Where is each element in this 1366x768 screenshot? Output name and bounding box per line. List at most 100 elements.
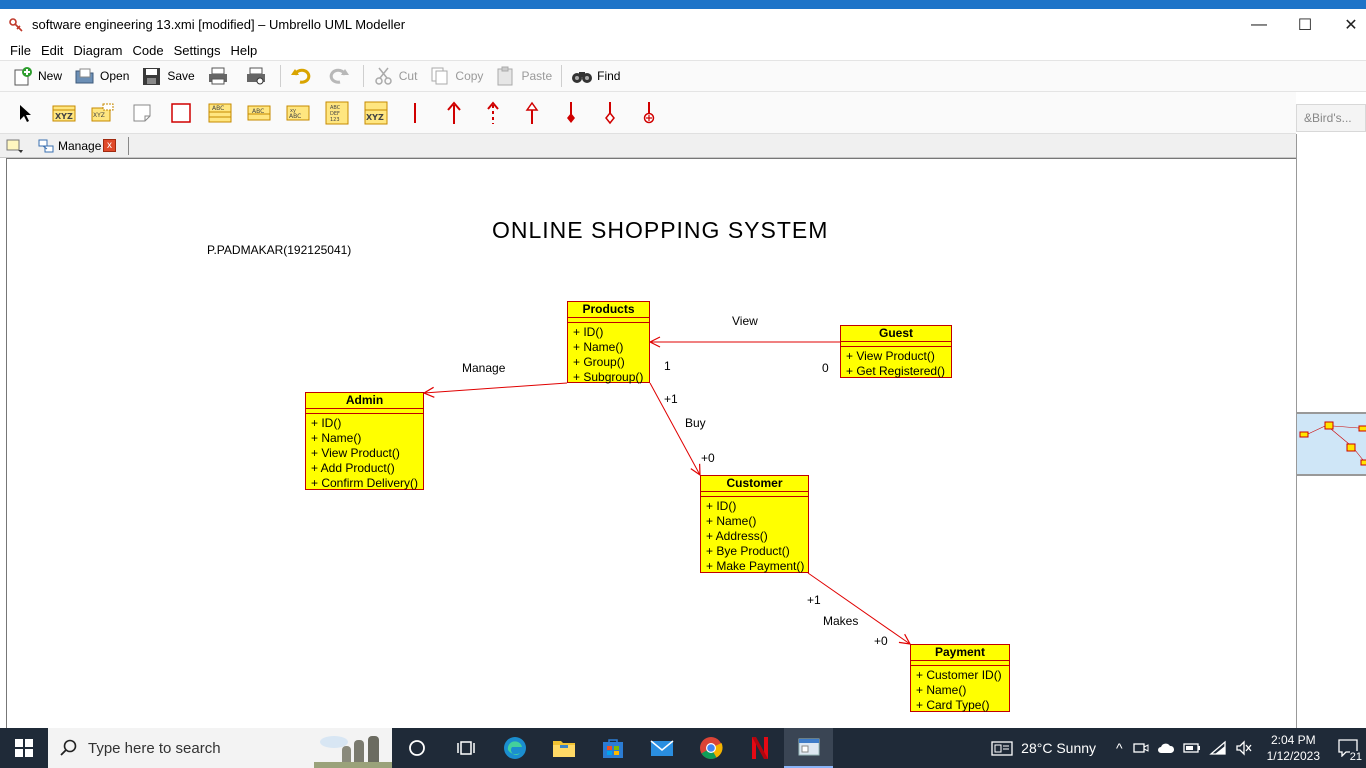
file-explorer-button[interactable]: [539, 728, 588, 768]
chrome-browser-button[interactable]: [686, 728, 735, 768]
close-window-button[interactable]: ✕: [1328, 9, 1366, 40]
new-button[interactable]: New: [6, 62, 68, 90]
template-class-tool-button[interactable]: XYZ: [90, 100, 116, 126]
microsoft-store-button[interactable]: [588, 728, 637, 768]
enum-tool-button[interactable]: ABC DEF 123: [324, 100, 350, 126]
copy-button[interactable]: Copy: [423, 62, 489, 90]
makes-association-label[interactable]: Makes: [823, 614, 858, 628]
menubar: File Edit Diagram Code Settings Help: [0, 40, 1366, 60]
svg-text:ABC: ABC: [289, 113, 301, 120]
battery-icon[interactable]: [1182, 741, 1201, 755]
minimize-button[interactable]: —: [1236, 9, 1282, 40]
class-admin[interactable]: Admin + ID() + Name() + View Product() +…: [305, 392, 424, 490]
interface-tool-button[interactable]: ABC: [246, 100, 272, 126]
netflix-button[interactable]: [735, 728, 784, 768]
edge-icon: [503, 737, 526, 759]
edge-browser-button[interactable]: [490, 728, 539, 768]
menu-code[interactable]: Code: [127, 43, 168, 58]
find-button[interactable]: Find: [565, 62, 626, 90]
operation: + View Product(): [311, 446, 400, 460]
line-icon: [414, 103, 416, 123]
composition-tool-button[interactable]: [558, 100, 584, 126]
birdseye-panel: [1296, 134, 1366, 728]
window-titlebar: software engineering 13.xmi [modified] –…: [0, 9, 1366, 40]
wifi-icon[interactable]: [1208, 740, 1227, 756]
open-button[interactable]: Open: [68, 62, 135, 90]
system-clock[interactable]: 2:04 PM 1/12/2023: [1267, 732, 1320, 764]
association-tool-button[interactable]: [402, 100, 428, 126]
notification-center-button[interactable]: 21: [1330, 728, 1366, 768]
tab-divider: [128, 137, 129, 155]
save-button[interactable]: Save: [135, 62, 200, 90]
taskbar-search-box[interactable]: Type here to search: [48, 728, 392, 768]
buy-multiplicity-products[interactable]: +1: [664, 392, 678, 406]
dependency-tool-button[interactable]: [480, 100, 506, 126]
interface-abc-icon: ABC: [247, 105, 271, 121]
buy-multiplicity-customer[interactable]: +0: [701, 451, 715, 465]
onedrive-cloud-icon[interactable]: [1157, 741, 1175, 755]
show-hidden-icons-chevron-icon[interactable]: ^: [1116, 740, 1123, 756]
cortana-button[interactable]: [392, 728, 441, 768]
cut-button[interactable]: Cut: [367, 62, 424, 90]
abc-package-icon: ABC: [208, 103, 232, 123]
menu-file[interactable]: File: [5, 43, 36, 58]
print-button[interactable]: [201, 62, 239, 90]
directional-association-tool-button[interactable]: [441, 100, 467, 126]
diagram-canvas[interactable]: ONLINE SHOPPING SYSTEM P.PADMAKAR(192125…: [6, 158, 1296, 728]
birdseye-dock-tab[interactable]: &Bird's...: [1296, 104, 1366, 132]
makes-association-line[interactable]: [807, 572, 910, 644]
select-tool-button[interactable]: [12, 100, 38, 126]
main-toolbar: New Open Save Cut Copy Paste Find: [0, 60, 1366, 92]
menu-settings[interactable]: Settings: [169, 43, 226, 58]
aggregation-tool-button[interactable]: [597, 100, 623, 126]
birdseye-viewport[interactable]: [1297, 412, 1366, 476]
redo-button[interactable]: [322, 62, 360, 90]
class-tool-button[interactable]: XYZ: [51, 100, 77, 126]
new-tab-icon[interactable]: [6, 138, 24, 154]
operations-compartment: + View Product() + Get Registered(): [841, 347, 951, 379]
generalization-tool-button[interactable]: [519, 100, 545, 126]
datatype-tool-button[interactable]: xy ABC: [285, 100, 311, 126]
manage-association-label[interactable]: Manage: [462, 361, 505, 375]
view-association-label[interactable]: View: [732, 314, 758, 328]
containment-tool-button[interactable]: [636, 100, 662, 126]
view-multiplicity-guest[interactable]: 0: [822, 361, 829, 375]
mail-button[interactable]: [637, 728, 686, 768]
svg-text:ABC: ABC: [212, 105, 224, 112]
operation: + Confirm Delivery(): [311, 476, 419, 490]
task-view-button[interactable]: [441, 728, 490, 768]
umbrello-taskbar-button[interactable]: [784, 728, 833, 768]
svg-text:XYZ: XYZ: [366, 113, 384, 122]
svg-text:XYZ: XYZ: [55, 112, 73, 121]
class-payment[interactable]: Payment + Customer ID() + Name() + Card …: [910, 644, 1010, 712]
operations-compartment: + ID() + Name() + Address() + Bye Produc…: [701, 497, 808, 574]
class-customer[interactable]: Customer + ID() + Name() + Address() + B…: [700, 475, 809, 573]
menu-diagram[interactable]: Diagram: [68, 43, 127, 58]
print-preview-button[interactable]: [239, 62, 277, 90]
meet-now-icon[interactable]: [1132, 740, 1149, 756]
package-tool-button[interactable]: ABC: [207, 100, 233, 126]
class-guest[interactable]: Guest + View Product() + Get Registered(…: [840, 325, 952, 378]
svg-text:ABC: ABC: [252, 108, 264, 115]
diagram-tools-toolbar: XYZ XYZ ABC ABC xy ABC ABC DEF 123 XYZ: [0, 92, 1296, 134]
makes-multiplicity-payment[interactable]: +0: [874, 634, 888, 648]
class-products[interactable]: Products + ID() + Name() + Group() + Sub…: [567, 301, 650, 384]
box-tool-button[interactable]: [168, 100, 194, 126]
manage-association-line[interactable]: [424, 382, 568, 393]
weather-widget[interactable]: 28°C Sunny: [1021, 740, 1096, 756]
note-tool-button[interactable]: [129, 100, 155, 126]
entity-tool-button[interactable]: XYZ: [363, 100, 389, 126]
start-button[interactable]: [0, 728, 48, 768]
menu-edit[interactable]: Edit: [36, 43, 68, 58]
tab-close-button[interactable]: x: [103, 139, 116, 152]
undo-button[interactable]: [284, 62, 322, 90]
menu-help[interactable]: Help: [226, 43, 263, 58]
operations-compartment: + ID() + Name() + View Product() + Add P…: [306, 414, 423, 491]
buy-association-label[interactable]: Buy: [685, 416, 706, 430]
view-multiplicity-products[interactable]: 1: [664, 359, 671, 373]
volume-muted-icon[interactable]: [1235, 740, 1253, 756]
tab-manage[interactable]: Manage x: [34, 135, 120, 157]
maximize-button[interactable]: ☐: [1282, 9, 1328, 40]
makes-multiplicity-customer[interactable]: +1: [807, 593, 821, 607]
paste-button[interactable]: Paste: [489, 62, 558, 90]
